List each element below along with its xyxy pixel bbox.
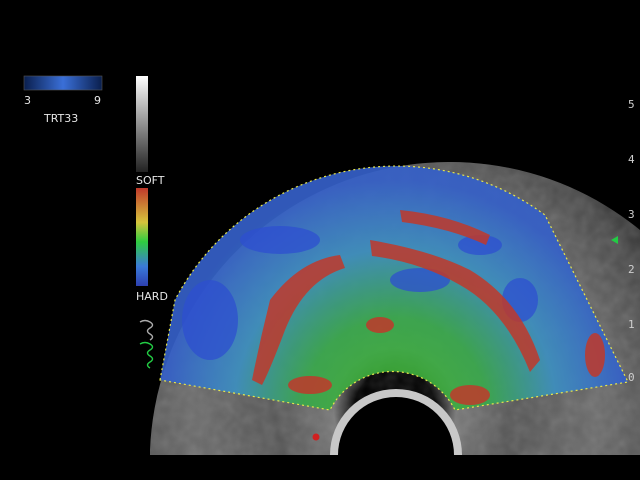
ultrasound-screen: 3 9 TRT33 SOFT HARD 5 4 3 2 1 0 — [0, 0, 640, 480]
depth-mark-5: 5 — [628, 98, 635, 111]
speed-scale-bar — [24, 76, 102, 90]
speed-scale-max: 9 — [94, 94, 101, 107]
marker-dot — [312, 433, 320, 441]
depth-mark-2: 2 — [628, 263, 635, 276]
depth-mark-1: 1 — [628, 318, 635, 331]
soft-label: SOFT — [136, 174, 165, 187]
depth-mark-3: 3 — [628, 208, 635, 221]
compression-waveform-icon — [139, 319, 154, 369]
speed-scale-min: 3 — [24, 94, 31, 107]
preset-name: TRT33 — [44, 112, 79, 125]
hard-label: HARD — [136, 290, 168, 303]
depth-mark-4: 4 — [628, 153, 635, 166]
ultrasound-image — [23, 75, 640, 455]
elasto-color-scale — [136, 188, 148, 286]
grayscale-bar — [136, 76, 148, 172]
depth-mark-0: 0 — [628, 371, 635, 384]
